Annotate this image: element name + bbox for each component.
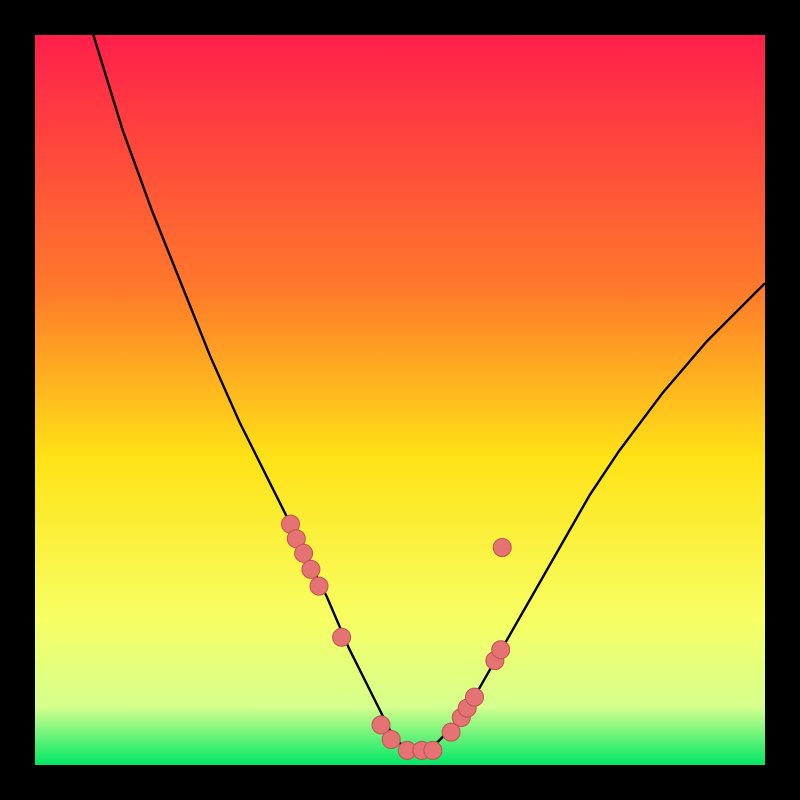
marker-point (310, 577, 328, 595)
chart-frame: TheBottleneck.com (0, 0, 800, 800)
frame-left (0, 0, 35, 800)
marker-point (424, 741, 442, 759)
plot-background (35, 35, 765, 765)
marker-point (492, 641, 510, 659)
marker-point (382, 731, 400, 749)
marker-point (493, 539, 511, 557)
frame-top (0, 0, 800, 35)
frame-right (765, 0, 800, 800)
marker-point (466, 688, 484, 706)
marker-point (302, 560, 320, 578)
marker-point (333, 628, 351, 646)
bottleneck-chart (0, 0, 800, 800)
marker-point (295, 544, 313, 562)
frame-bottom (0, 765, 800, 800)
